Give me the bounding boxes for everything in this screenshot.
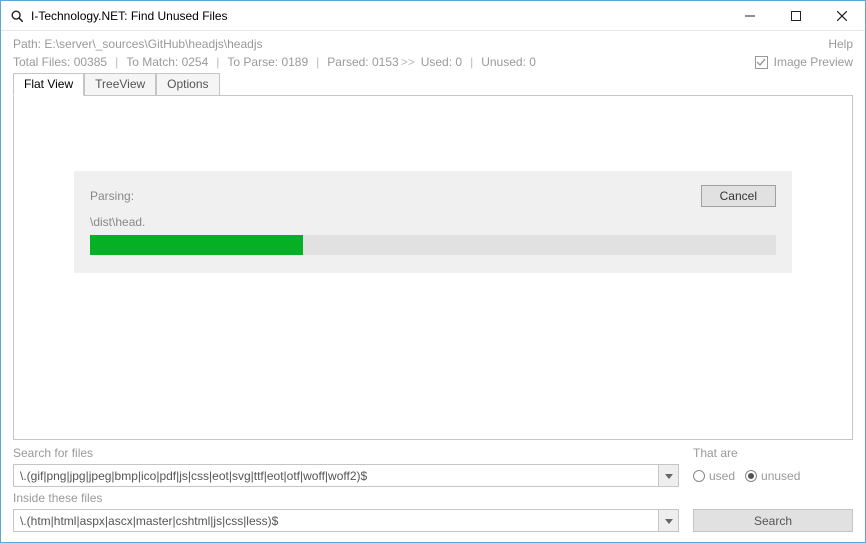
tab-options[interactable]: Options [156,73,219,95]
tab-tree-view[interactable]: TreeView [84,73,156,95]
progress-panel: Parsing: Cancel \dist\head. [74,171,792,273]
inside-combo[interactable] [13,509,679,532]
progress-file: \dist\head. [90,215,776,229]
search-for-combo[interactable] [13,464,679,487]
search-for-label: Search for files [13,446,679,460]
path-display: Path: E:\server\_sources\GitHub\headjs\h… [13,37,262,51]
maximize-button[interactable] [773,1,819,31]
inside-input[interactable] [14,510,658,531]
that-are-label: That are [693,446,853,460]
image-preview-checkbox[interactable] [755,56,768,69]
window-title: I-Technology.NET: Find Unused Files [31,9,727,23]
image-preview-label: Image Preview [774,55,853,69]
inside-dropdown-icon[interactable] [658,510,678,531]
search-for-input[interactable] [14,465,658,486]
progress-bar-fill [90,235,303,255]
search-button[interactable]: Search [693,509,853,532]
tab-flat-view[interactable]: Flat View [13,73,84,96]
radio-used[interactable]: used [693,469,735,483]
close-button[interactable] [819,1,865,31]
radio-unused[interactable]: unused [745,469,800,483]
progress-label: Parsing: [90,189,134,203]
search-for-dropdown-icon[interactable] [658,465,678,486]
progress-bar [90,235,776,255]
inside-label: Inside these files [13,491,679,505]
app-icon [9,8,25,24]
cancel-button[interactable]: Cancel [701,185,776,207]
stats-bar: Total Files: 00385 | To Match: 0254 | To… [13,55,853,69]
help-link[interactable]: Help [828,37,853,51]
minimize-button[interactable] [727,1,773,31]
